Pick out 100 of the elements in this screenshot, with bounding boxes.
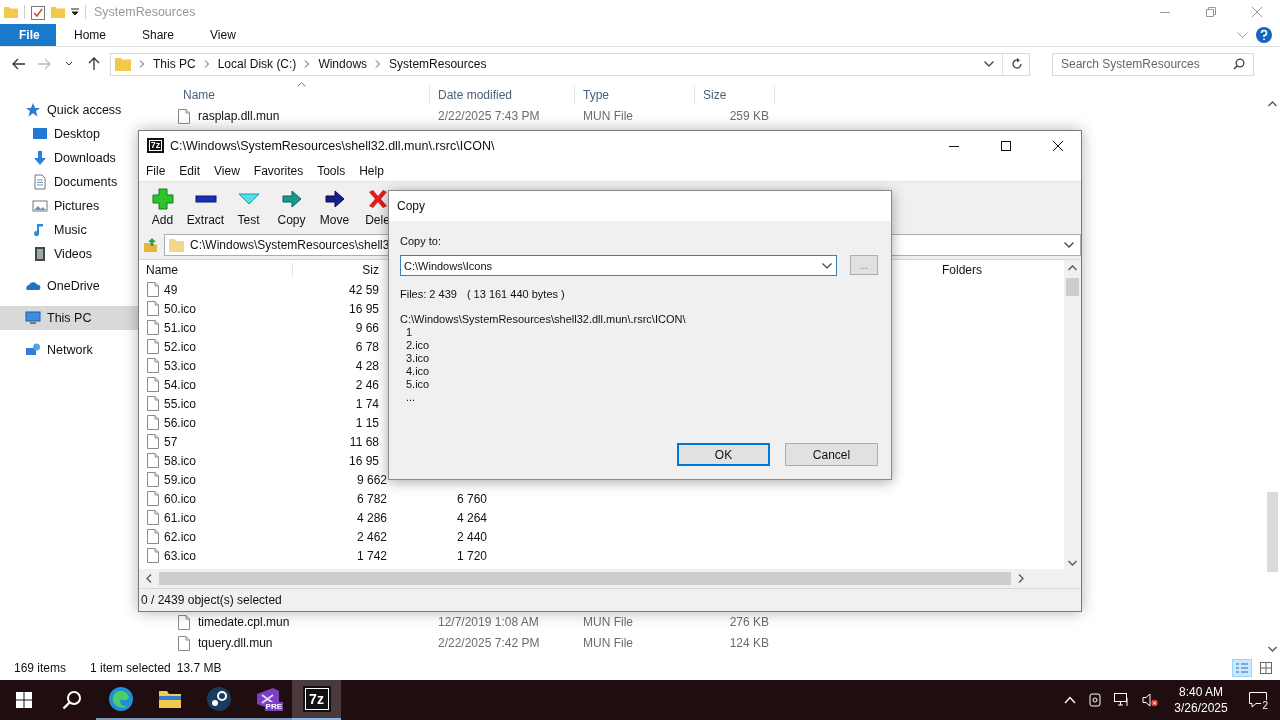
file-icon [147, 529, 159, 544]
arrow-icon [36, 57, 51, 71]
address-bar[interactable]: This PC Local Disk (C:) Windows SystemResources [110, 52, 1030, 76]
properties-icon[interactable] [31, 4, 45, 20]
scroll-up-icon[interactable] [1068, 265, 1077, 271]
file-menu-button[interactable]: File [0, 24, 56, 46]
breadcrumb-item[interactable]: SystemResources [389, 57, 487, 71]
toolbar-button[interactable]: Test [227, 182, 270, 232]
network-icon[interactable] [1114, 693, 1130, 707]
dropdown-icon[interactable] [71, 8, 79, 16]
file-list-item: 5.ico [405, 378, 431, 391]
taskbar-button[interactable]: 7z [292, 680, 341, 720]
table-cell-text: MUN File [582, 109, 634, 123]
app-icon: 7z [147, 138, 164, 153]
column-header[interactable]: Size [695, 85, 775, 105]
scroll-right-icon[interactable] [1018, 574, 1024, 583]
table-cell: 51.ico [164, 320, 197, 335]
expand-ribbon-icon[interactable] [1237, 31, 1248, 39]
clock-time[interactable]: 8:40 AM [1179, 684, 1223, 700]
toolbar-button[interactable]: Copy [270, 182, 313, 232]
clock-date[interactable]: 3/26/2025 [1174, 700, 1228, 716]
nav-item[interactable]: Downloads [0, 146, 140, 170]
chevron-up-icon[interactable] [1064, 696, 1076, 704]
search-icon [1233, 58, 1245, 70]
help-icon[interactable] [1256, 27, 1272, 43]
table-cell: 52.ico [164, 339, 197, 354]
scroll-down-icon[interactable] [1068, 560, 1077, 566]
nav-item[interactable]: Network [0, 338, 140, 362]
file-icon [147, 510, 159, 525]
nav-item[interactable]: OneDrive [0, 274, 140, 298]
search-field[interactable]: Search SystemResources [1052, 52, 1254, 76]
nav-item[interactable]: Pictures [0, 194, 140, 218]
table-cell: 4 28 [355, 358, 379, 373]
volume-muted-icon[interactable] [1142, 693, 1158, 707]
destination-combo-box[interactable]: C:\Windows\Icons [400, 255, 837, 276]
nav-item[interactable]: Desktop [0, 122, 140, 146]
plus-icon [150, 188, 175, 210]
scroll-down-icon[interactable] [1268, 646, 1277, 652]
table-cell: 1 742 [356, 548, 387, 563]
table-cell: 55.ico [164, 396, 197, 411]
column-header[interactable]: Name [139, 263, 293, 277]
table-cell-text: 259 KB [728, 109, 770, 123]
menu-item[interactable]: Edit [179, 163, 201, 178]
notifications-button[interactable]: 2 [1236, 680, 1280, 720]
down-arrow-icon [32, 150, 48, 166]
nav-item[interactable]: Quick access [0, 98, 140, 122]
dropdown-icon[interactable] [1064, 242, 1074, 248]
scroll-up-icon[interactable] [1268, 101, 1277, 107]
dialog-button[interactable]: OK [677, 443, 770, 466]
menu-item[interactable]: View [214, 163, 240, 178]
dialog-button[interactable]: Cancel [785, 443, 878, 466]
column-header[interactable]: Type [575, 85, 695, 105]
menu-item[interactable]: Favorites [253, 163, 304, 178]
ribbon-tab[interactable]: Home [56, 24, 124, 46]
column-header[interactable]: Siz [293, 263, 387, 277]
menu-item[interactable]: Tools [317, 163, 346, 178]
file-icon [178, 635, 190, 651]
file-icon [147, 434, 159, 449]
ribbon-tab[interactable]: Share [124, 24, 193, 46]
dropdown-icon[interactable] [984, 61, 994, 67]
toolbar-button[interactable]: Add [141, 182, 184, 232]
menu-item[interactable]: Help [359, 163, 384, 178]
file-list-item: 1 [405, 326, 414, 339]
breadcrumb-item[interactable]: Windows [318, 57, 368, 71]
column-header[interactable]: Date modified [430, 85, 575, 105]
table-cell: 6 78 [355, 339, 379, 354]
nav-item[interactable]: Music [0, 218, 140, 242]
breadcrumb-item[interactable]: Local Disk (C:) [217, 57, 297, 71]
restore-icon [1206, 7, 1216, 17]
scrollbar-thumb[interactable] [1066, 278, 1079, 296]
large-icons-view-icon[interactable] [1260, 662, 1272, 674]
status-text: 1 item selected [90, 661, 171, 675]
scrollbar-thumb[interactable] [1267, 492, 1278, 572]
file-icon [147, 396, 159, 411]
file-icon [147, 339, 159, 354]
ribbon-tab[interactable]: View [192, 24, 254, 46]
menu-item[interactable]: File [146, 163, 166, 178]
table-cell: 50.ico [164, 301, 197, 316]
scroll-left-icon[interactable] [146, 574, 152, 583]
toolbar-button[interactable]: Move [313, 182, 356, 232]
scrollbar-thumb[interactable] [159, 572, 1011, 585]
table-cell-text: 124 KB [728, 636, 770, 650]
column-header[interactable]: Name [176, 85, 430, 105]
camera-icon[interactable] [1088, 693, 1102, 707]
refresh-icon[interactable] [1011, 58, 1023, 70]
dialog-title: Copy [397, 199, 425, 213]
dropdown-icon[interactable] [822, 262, 832, 269]
table-cell-text: 2/22/2025 7:43 PM [437, 109, 541, 123]
breadcrumb-item[interactable]: This PC [153, 57, 196, 71]
search-icon [62, 690, 82, 710]
nav-item[interactable]: Documents [0, 170, 140, 194]
up-folder-icon[interactable] [143, 237, 159, 253]
file-icon [147, 320, 159, 335]
app-badge: PRE [264, 702, 283, 711]
nav-item[interactable]: Videos [0, 242, 140, 266]
toolbar-button[interactable]: Extract [184, 182, 227, 232]
table-cell: 2 462 [356, 529, 387, 544]
nav-item[interactable]: This PC [0, 306, 140, 330]
file-icon [147, 282, 159, 297]
chevron-icon [304, 60, 311, 68]
